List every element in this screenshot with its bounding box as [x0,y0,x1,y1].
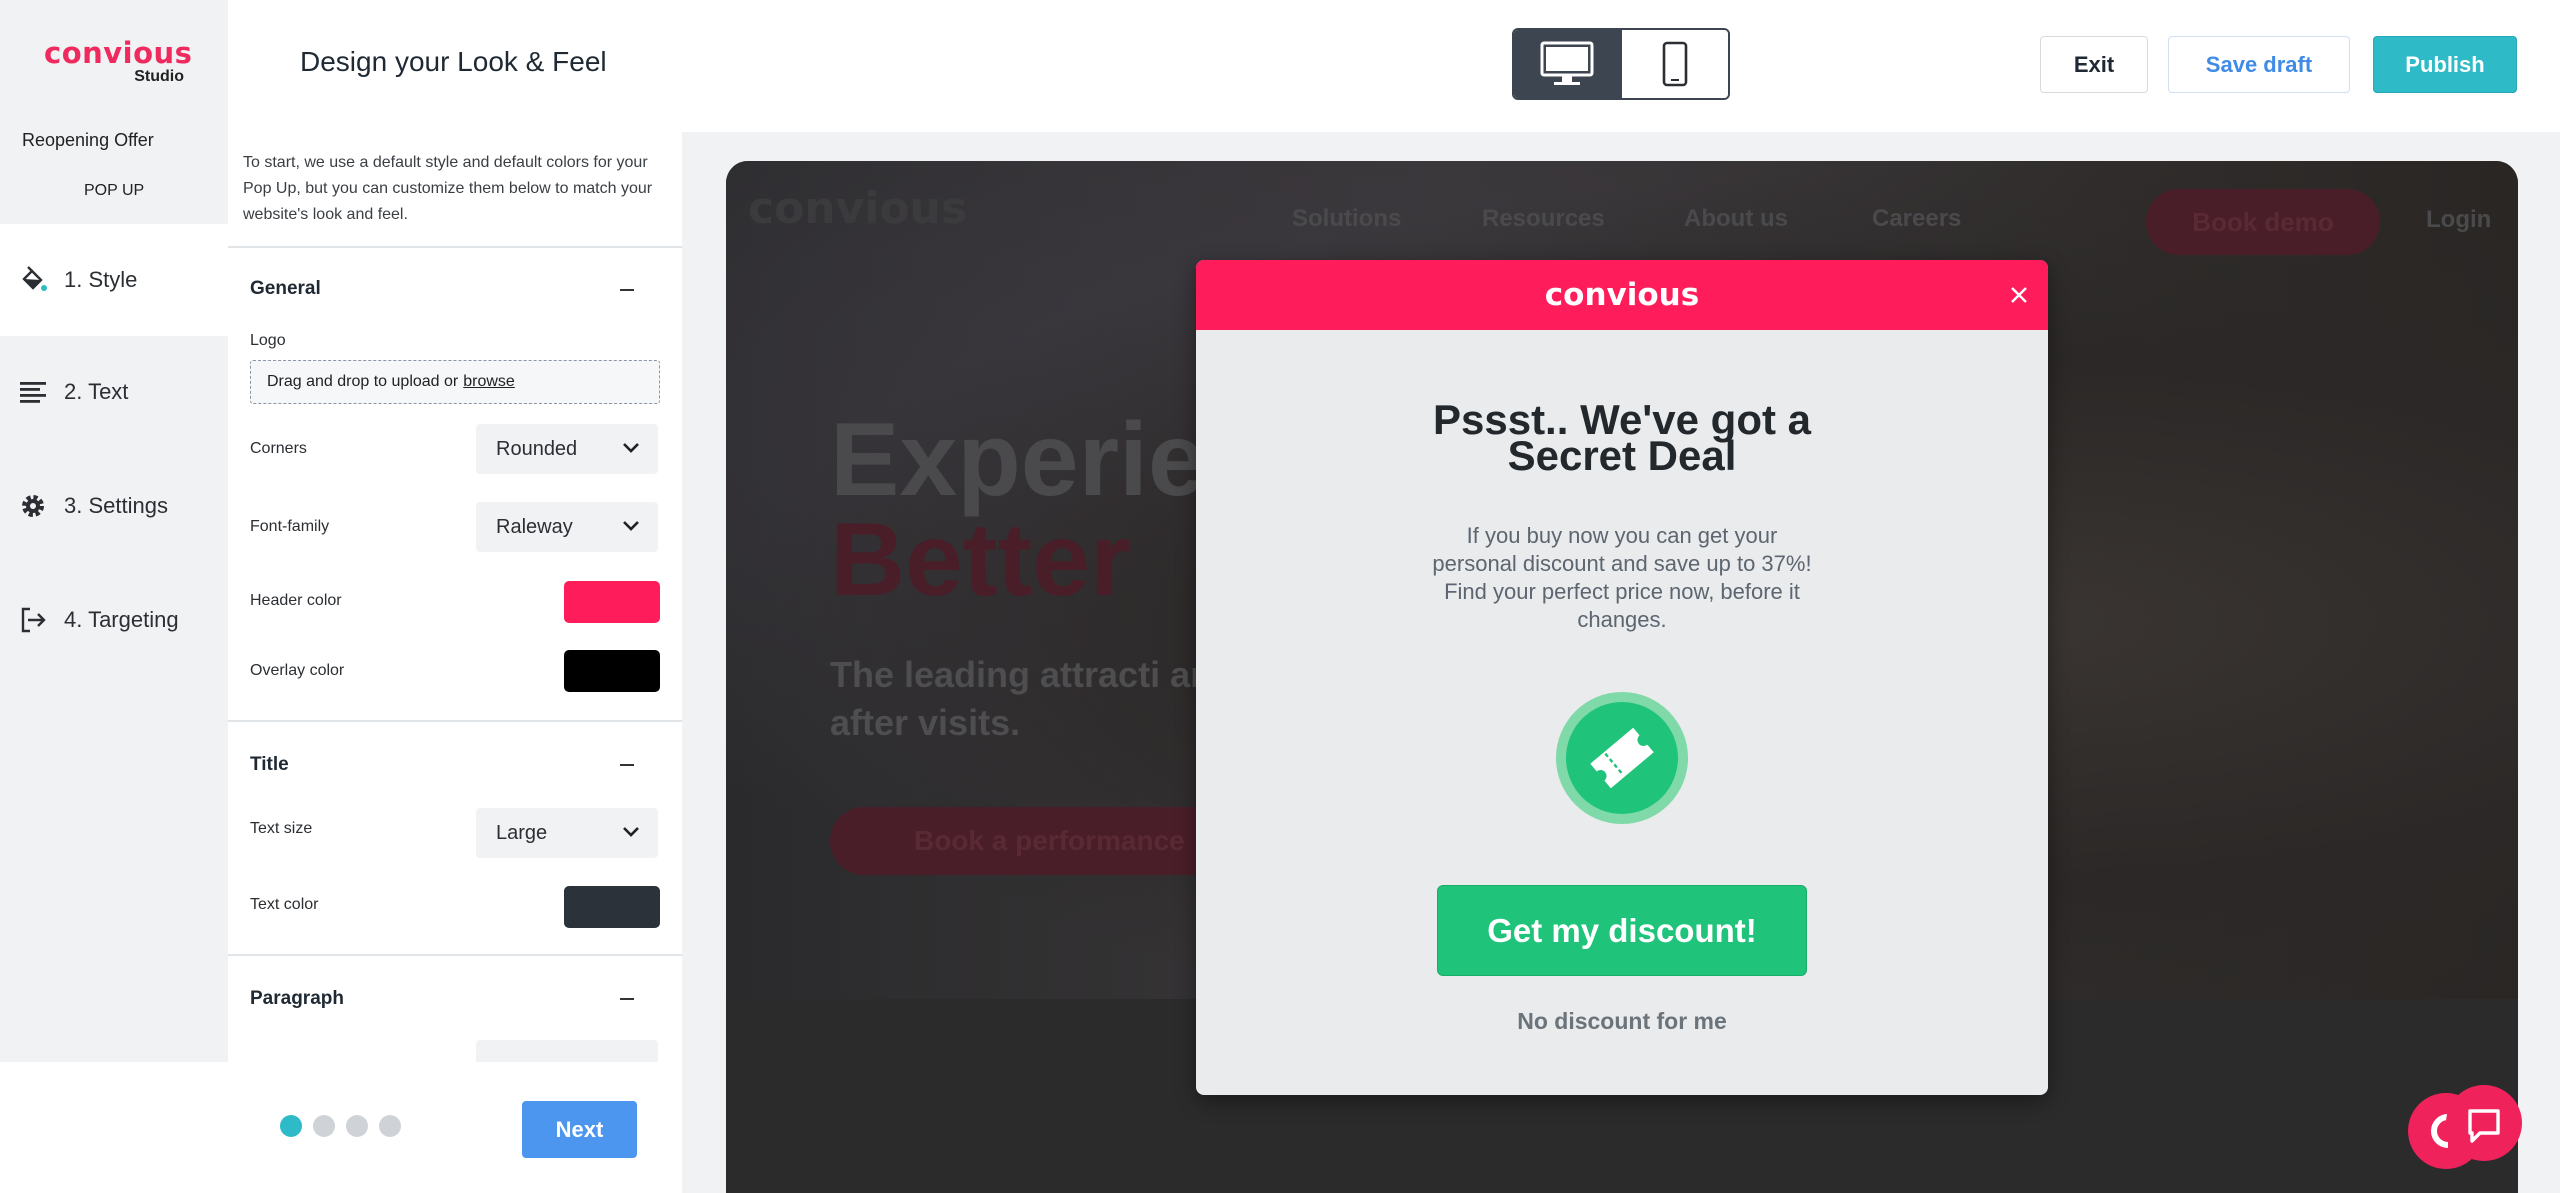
chevron-down-icon [623,827,639,837]
corners-value: Rounded [496,437,578,460]
close-icon[interactable] [2006,282,2032,308]
nav-item-label: 2. Text [64,379,129,404]
overlay-color-label: Overlay color [250,662,345,679]
site-logo: convious [748,183,968,234]
ticket-icon [1556,692,1688,824]
text-color-label: Text color [250,896,319,913]
popup-cta-button[interactable]: Get my discount! [1437,885,1807,976]
popup-decline-link[interactable]: No discount for me [1196,1008,2048,1035]
device-toggle [1512,28,1730,100]
left-nav: convious Studio Reopening Offer POP UP 1… [0,0,228,1062]
font-family-select[interactable]: Raleway [476,502,658,552]
popup-logo: convious [1544,277,1700,313]
logo-drop-text: Drag and drop to upload or [267,373,459,390]
site-book-demo-button: Book demo [2146,189,2380,255]
project-name: Reopening Offer [22,130,154,150]
nav-item-settings[interactable]: 3. Settings [0,450,228,562]
font-family-value: Raleway [496,515,573,538]
chevron-down-icon [623,521,639,531]
page-title: Design your Look & Feel [300,46,607,77]
project-type: POP UP [84,182,145,199]
overlay-color-swatch[interactable] [564,650,660,692]
nav-item-text[interactable]: 2. Text [0,336,228,448]
chat-bubble-icon[interactable] [2406,1081,2524,1173]
nav-item-label: 4. Targeting [64,607,179,632]
publish-button[interactable]: Publish [2373,36,2517,93]
brand-name: convious [44,36,193,70]
desktop-icon [1540,41,1594,85]
text-size-label: Text size [250,820,313,837]
text-lines-icon [20,382,46,403]
exit-arrow-icon [21,607,46,633]
corners-label: Corners [250,440,307,457]
next-button[interactable]: Next [522,1101,637,1158]
site-login-link: Login [2426,206,2492,233]
header-color-swatch[interactable] [564,581,660,623]
popup-text: If you buy now you can get your personal… [1432,523,1812,632]
logo-dropzone[interactable]: Drag and drop to upload or browse [250,360,660,404]
step-dot [346,1115,368,1137]
step-dot [313,1115,335,1137]
popup-preview: convious Pssst.. We've got a Secret Deal… [1196,260,2048,1095]
collapse-title-button[interactable] [620,764,634,766]
header-color-label: Header color [250,592,342,609]
brand-sub: Studio [134,68,184,85]
desktop-view-button[interactable] [1514,30,1620,98]
logo-label: Logo [250,332,286,349]
text-color-swatch[interactable] [564,886,660,928]
save-draft-button[interactable]: Save draft [2168,36,2350,93]
mobile-icon [1662,41,1688,87]
site-nav-about: About us [1684,205,1788,232]
paint-bucket-icon [22,266,47,291]
font-family-label: Font-family [250,518,330,535]
section-title-title: Title [250,754,289,775]
site-nav-careers: Careers [1872,205,1962,232]
step-indicator [280,1115,401,1137]
hero-cta-button: Book a performance [830,807,1230,875]
divider [228,246,682,248]
nav-item-label: 1. Style [64,267,138,292]
nav-item-label: 3. Settings [64,493,168,518]
paragraph-text-size-select[interactable] [476,1040,658,1062]
brand-logo: convious Studio [44,36,193,86]
exit-button[interactable]: Exit [2040,36,2148,93]
divider [228,720,682,722]
collapse-general-button[interactable] [620,289,634,291]
text-size-value: Large [496,821,548,844]
chevron-down-icon [623,443,639,453]
browse-link[interactable]: browse [463,373,515,391]
popup-title-line: Secret Deal [1507,432,1737,479]
nav-item-style[interactable]: 1. Style [0,224,228,336]
popup-title: Pssst.. We've got a Secret Deal [1196,399,2048,479]
section-title-paragraph: Paragraph [250,988,344,1009]
collapse-paragraph-button[interactable] [620,998,634,1000]
section-title-general: General [250,278,321,299]
mobile-view-button[interactable] [1620,30,1728,98]
gear-icon [22,495,44,517]
corners-select[interactable]: Rounded [476,424,658,474]
step-dot [280,1115,302,1137]
settings-panel: To start, we use a default style and def… [228,132,682,1062]
text-size-select[interactable]: Large [476,808,658,858]
site-nav-resources: Resources [1482,205,1605,232]
site-nav-solutions: Solutions [1292,205,1402,232]
hero-headline-accent: Better [830,502,1131,618]
intro-text: To start, we use a default style and def… [243,154,653,223]
nav-item-targeting[interactable]: 4. Targeting [0,564,228,676]
step-dot [379,1115,401,1137]
divider [228,954,682,956]
